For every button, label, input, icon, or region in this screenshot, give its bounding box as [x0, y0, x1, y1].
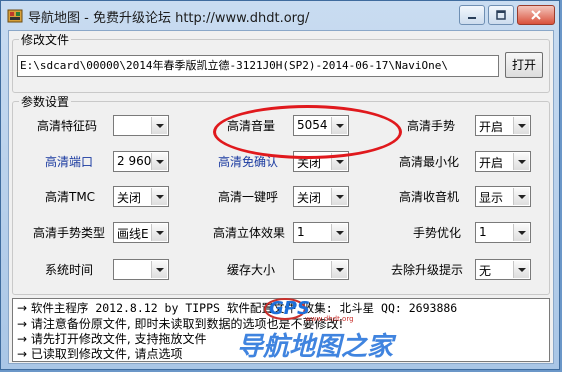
param-combo-radio[interactable]: 显示	[475, 186, 531, 207]
param-combo-one-key-call[interactable]: 关闭	[293, 186, 349, 207]
param-label-system-time: 系统时间	[45, 263, 94, 277]
chevron-down-icon[interactable]	[513, 188, 529, 205]
log-line: → 已读取到修改文件, 请点选项	[17, 347, 183, 361]
param-combo-port[interactable]: 2 960	[113, 151, 169, 172]
param-label-one-key-call: 高清一键呼	[218, 190, 279, 204]
chevron-down-icon[interactable]	[331, 117, 347, 134]
param-label-radio: 高清收音机	[399, 190, 460, 204]
arrow-right-icon: →	[17, 332, 28, 346]
param-combo-3d-effect[interactable]: 1	[293, 222, 349, 243]
file-group-label: 修改文件	[19, 31, 72, 48]
title-bar[interactable]: 导航地图 - 免费升级论坛 http://www.dhdt.org/	[1, 1, 559, 31]
chevron-down-icon[interactable]	[151, 188, 167, 205]
param-label-gesture-type: 高清手势类型	[33, 226, 106, 240]
param-combo-remove-upgrade[interactable]: 无	[475, 259, 531, 280]
arrow-right-icon: →	[17, 301, 28, 315]
app-icon	[7, 9, 23, 23]
chevron-down-icon[interactable]	[331, 188, 347, 205]
app-window: 导航地图 - 免费升级论坛 http://www.dhdt.org/ 修改文件 …	[0, 0, 560, 370]
maximize-icon	[496, 10, 506, 20]
chevron-down-icon[interactable]	[151, 261, 167, 278]
param-label-minimize: 高清最小化	[399, 155, 460, 169]
param-combo-cache-size[interactable]	[293, 259, 349, 280]
close-button[interactable]	[517, 5, 555, 25]
minimize-icon	[468, 17, 476, 19]
param-label-volume: 高清音量	[227, 119, 276, 133]
param-label-feature-code: 高清特征码	[37, 119, 98, 133]
open-button[interactable]: 打开	[505, 52, 543, 78]
file-path-field[interactable]: E:\sdcard\00000\2014年春季版凯立德-3121J0H(SP2)…	[17, 55, 499, 77]
chevron-down-icon[interactable]	[513, 224, 529, 241]
param-combo-gesture-opt[interactable]: 1	[475, 222, 531, 243]
chevron-down-icon[interactable]	[151, 153, 167, 170]
main-panel: 修改文件 E:\sdcard\00000\2014年春季版凯立德-3121J0H…	[8, 30, 554, 364]
param-combo-tmc[interactable]: 关闭	[113, 186, 169, 207]
file-group: 修改文件 E:\sdcard\00000\2014年春季版凯立德-3121J0H…	[12, 31, 550, 93]
param-combo-no-confirm[interactable]: 关闭	[293, 151, 349, 172]
param-label-no-confirm: 高清免确认	[218, 155, 279, 169]
param-label-remove-upgrade: 去除升级提示	[391, 263, 464, 277]
params-group-label: 参数设置	[19, 93, 72, 110]
param-label-cache-size: 缓存大小	[227, 263, 276, 277]
chevron-down-icon[interactable]	[513, 117, 529, 134]
chevron-down-icon[interactable]	[513, 153, 529, 170]
param-label-gesture: 高清手势	[407, 119, 456, 133]
param-combo-feature-code[interactable]	[113, 115, 169, 136]
chevron-down-icon[interactable]	[331, 224, 347, 241]
param-label-tmc: 高清TMC	[45, 190, 96, 204]
chevron-down-icon[interactable]	[331, 153, 347, 170]
param-combo-gesture-type[interactable]: 画线E	[113, 222, 169, 243]
minimize-button[interactable]	[459, 5, 485, 25]
close-icon	[531, 10, 541, 20]
chevron-down-icon[interactable]	[151, 224, 167, 241]
param-combo-minimize[interactable]: 开启	[475, 151, 531, 172]
param-combo-gesture[interactable]: 开启	[475, 115, 531, 136]
window-title: 导航地图 - 免费升级论坛 http://www.dhdt.org/	[28, 11, 310, 26]
param-combo-system-time[interactable]	[113, 259, 169, 280]
param-label-3d-effect: 高清立体效果	[213, 226, 286, 240]
param-label-gesture-opt: 手势优化	[413, 226, 462, 240]
arrow-right-icon: →	[17, 347, 28, 361]
chevron-down-icon[interactable]	[151, 117, 167, 134]
log-line: → 软件主程序 2012.8.12 by TIPPS 软件配置文件 收集: 北斗…	[17, 301, 458, 315]
log-list[interactable]: → 软件主程序 2012.8.12 by TIPPS 软件配置文件 收集: 北斗…	[12, 298, 550, 362]
chevron-down-icon[interactable]	[331, 261, 347, 278]
maximize-button[interactable]	[488, 5, 514, 25]
arrow-right-icon: →	[17, 317, 28, 331]
param-combo-volume[interactable]: 5054	[293, 115, 349, 136]
chevron-down-icon[interactable]	[513, 261, 529, 278]
param-label-port: 高清端口	[45, 155, 94, 169]
